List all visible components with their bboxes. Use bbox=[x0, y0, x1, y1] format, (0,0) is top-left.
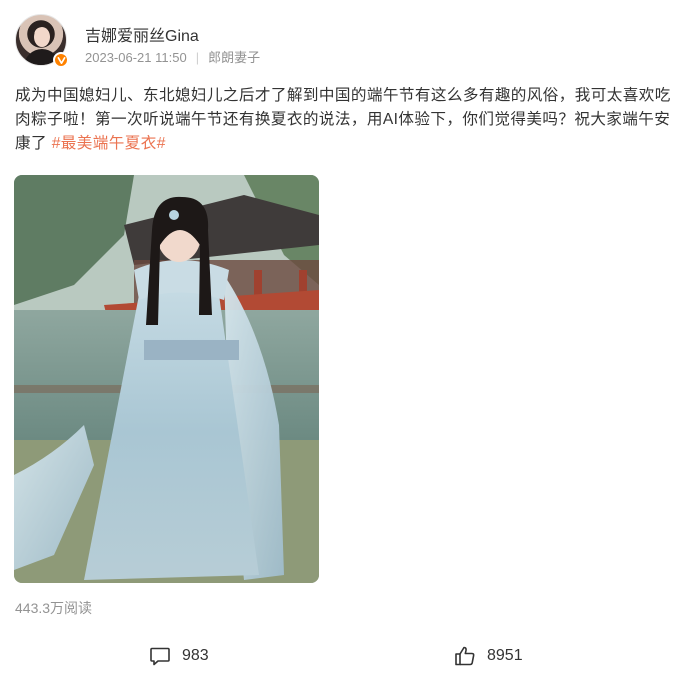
meta-divider: | bbox=[195, 50, 200, 65]
verified-v-glyph bbox=[57, 56, 65, 64]
thumbs-up-icon bbox=[455, 646, 475, 666]
read-count: 443.3万阅读 bbox=[15, 600, 93, 616]
user-name[interactable]: 吉娜爱丽丝Gina bbox=[85, 22, 199, 46]
post-header: 吉娜爱丽丝Gina 2023-06-21 11:50 | 郎朗妻子 bbox=[15, 14, 675, 70]
post-image-illustration bbox=[14, 175, 319, 583]
robe-sash bbox=[144, 340, 239, 360]
like-button[interactable]: 8951 bbox=[453, 644, 523, 668]
verified-v-icon bbox=[53, 52, 69, 68]
avatar[interactable] bbox=[15, 14, 69, 68]
avatar-face-shape bbox=[34, 27, 50, 47]
post-source: 郎朗妻子 bbox=[208, 50, 261, 65]
comment-button[interactable]: 983 bbox=[148, 644, 209, 668]
post-body: 成为中国媳妇儿、东北媳妇儿之后才了解到中国的端午节有这么多有趣的风俗，我可太喜欢… bbox=[15, 84, 680, 156]
comment-icon bbox=[150, 647, 170, 666]
hair-ornament bbox=[169, 210, 179, 220]
hashtag-link[interactable]: #最美端午夏衣# bbox=[52, 135, 166, 152]
like-count: 8951 bbox=[487, 647, 523, 664]
post-image[interactable] bbox=[14, 175, 319, 583]
post-timestamp[interactable]: 2023-06-21 11:50 bbox=[85, 50, 187, 65]
post-meta: 2023-06-21 11:50 | 郎朗妻子 bbox=[85, 47, 260, 66]
comment-count: 983 bbox=[182, 647, 209, 664]
action-bar: 983 8951 bbox=[0, 630, 692, 683]
